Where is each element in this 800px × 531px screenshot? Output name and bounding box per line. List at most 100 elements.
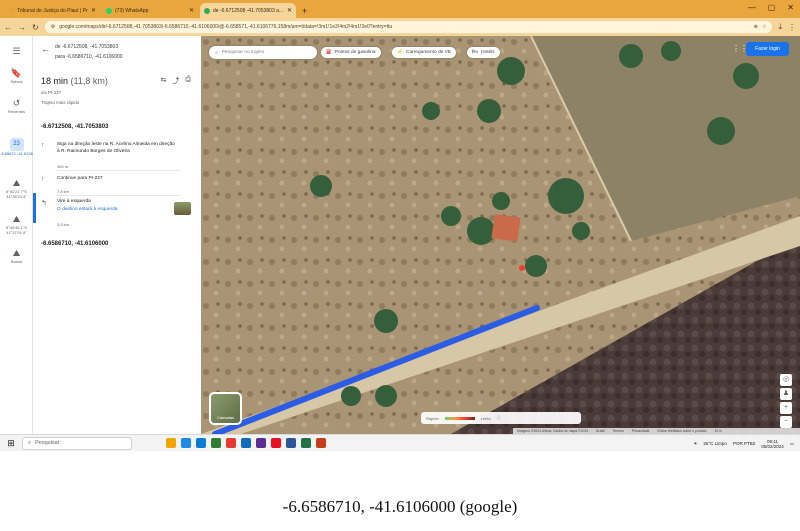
straight-arrow-icon: ↑ — [41, 176, 45, 183]
caption: -6.6586710, -41.6106000 (google) — [282, 497, 518, 516]
layers-button[interactable]: Camadas — [209, 392, 242, 425]
taskbar-app-icon[interactable] — [211, 438, 221, 448]
sign-in-button[interactable]: Fazer login — [746, 42, 789, 56]
zoom-icon[interactable]: ⊕ — [754, 24, 758, 30]
directions-panel: ← de -6.6712508, -41.7053803 para -6.658… — [33, 36, 201, 434]
chip-gas-stations[interactable]: ⛽ Postos de gasolina — [321, 47, 381, 58]
windows-taskbar: ⊞ ⌕ Pesquisar ☀ 25°C Limpo POR PTB2 09:1… — [0, 434, 800, 451]
taskbar-app-icon[interactable] — [196, 438, 206, 448]
system-tray: ☀ 25°C Limpo POR PTB2 09:11 05/02/2024 ▭ — [693, 436, 794, 451]
taskbar-app-icon[interactable] — [166, 438, 176, 448]
rail-item-place-1[interactable]: ⛰ 6°40'21.7"S 41°35'23.4" — [0, 178, 33, 199]
weather-icon[interactable]: ☀ — [693, 441, 697, 447]
rail-item-place-2[interactable]: ⛰ 6°40'40.1"S 41°37'01.9" — [0, 214, 33, 235]
satellite-map[interactable]: ⌕ Pesquisar no trajeto ⛽ Postos de gasoli… — [201, 36, 800, 434]
chip-ev-charging[interactable]: ⚡ Carregamento de VE — [392, 47, 457, 58]
clock[interactable]: 09:11 05/02/2024 — [761, 439, 784, 449]
route-via: via PI-227 — [41, 90, 62, 95]
start-coordinate: -6.6712508, -41.7053803 — [41, 124, 109, 130]
taskbar-app-icon[interactable] — [256, 438, 266, 448]
zoom-out-button[interactable]: − — [780, 416, 792, 428]
taskbar-app-icon[interactable] — [286, 438, 296, 448]
close-window-button[interactable]: ✕ — [787, 3, 794, 12]
screenshot: Tribunal de Justiça do Piauí | Pr... ✕ (… — [0, 0, 800, 451]
rail-item-current-route[interactable]: 23 -6.65871 -41.6106 — [0, 138, 33, 156]
route-note: Trajeto mais rápido — [41, 100, 80, 105]
browser-menu-icon[interactable]: ⋮ — [788, 23, 796, 32]
windows-start-icon[interactable]: ⊞ — [4, 438, 18, 449]
menu-icon[interactable]: ☰ — [0, 46, 33, 57]
rail-item-recent[interactable]: ↺ Recentes — [0, 98, 33, 114]
bookmark-star-icon[interactable]: ☆ — [762, 24, 766, 30]
tab-whatsapp[interactable]: (73) WhatsApp ✕ — [102, 3, 198, 18]
minimize-button[interactable]: — — [748, 3, 756, 12]
rail-item-download[interactable]: ⛰ Baixar — [0, 248, 33, 264]
browser-toolbar: ← → ↻ ⚙ google.com/maps/dir/-6.6712508,-… — [0, 18, 800, 36]
info-icon[interactable]: ⓘ — [497, 415, 501, 421]
tribunal-favicon-icon — [8, 7, 14, 14]
taskbar-app-icon[interactable] — [181, 438, 191, 448]
maximize-button[interactable]: ▢ — [768, 3, 776, 12]
place-icon: ⛰ — [12, 178, 21, 188]
pegman-icon[interactable]: ♟ — [780, 388, 792, 400]
gas-station-icon: ⛽ — [326, 50, 332, 55]
scale-label: 10 m — [714, 429, 723, 433]
taskbar-search[interactable]: ⌕ Pesquisar — [22, 436, 132, 450]
site-info-icon[interactable]: ⚙ — [51, 24, 55, 30]
zoom-in-button[interactable]: + — [780, 402, 792, 414]
divider — [57, 170, 181, 171]
route-icon: 23 — [9, 138, 24, 151]
tab-tribunal[interactable]: Tribunal de Justiça do Piauí | Pr... ✕ — [4, 3, 100, 18]
notification-icon[interactable]: ▭ — [790, 441, 794, 447]
send-to-phone-icon[interactable]: ⇆ — [161, 76, 167, 86]
hotel-icon: 🛏 — [472, 50, 479, 55]
traffic-legend: Rápido Lento ⓘ — [421, 412, 581, 424]
tab-google-maps[interactable]: de -6.6712508 -41.7053803 a... ✕ — [200, 3, 296, 18]
rail-item-saved[interactable]: 🔖 Salvos — [0, 68, 33, 84]
forward-button[interactable]: → — [18, 23, 26, 32]
origin-field[interactable]: de -6.6712508, -41.7053803 — [55, 44, 118, 50]
maps-pin-icon — [204, 7, 210, 14]
bookmark-icon: 🔖 — [10, 68, 23, 78]
new-tab-button[interactable]: + — [302, 6, 307, 16]
taskbar-app-icon[interactable] — [241, 438, 251, 448]
taskbar-app-icon[interactable] — [271, 438, 281, 448]
close-icon[interactable]: ✕ — [287, 7, 292, 14]
route-summary: 18 min (11,8 km) — [41, 76, 108, 86]
whatsapp-icon — [106, 7, 112, 14]
taskbar-app-icon[interactable] — [301, 438, 311, 448]
close-icon[interactable]: ✕ — [91, 7, 96, 14]
divider — [57, 195, 181, 196]
my-location-icon[interactable]: ◎ — [780, 374, 792, 386]
address-bar[interactable]: ⚙ google.com/maps/dir/-6.6712508,-41.705… — [44, 21, 773, 33]
direction-step[interactable]: ↑ Continue para PI-227 7,8 km — [41, 176, 196, 196]
straight-arrow-icon: ↑ — [41, 142, 45, 149]
share-icon[interactable]: ⤴ — [172, 76, 179, 86]
search-icon: ⌕ — [215, 50, 218, 56]
direction-step[interactable]: ↑ Siga na direção leste na R. Acelino Al… — [41, 142, 196, 171]
turn-left-icon: ↰ — [41, 200, 47, 207]
taskbar-apps — [166, 438, 326, 448]
destination-field[interactable]: para -6.6586710, -41.6106000 — [55, 54, 123, 60]
reload-button[interactable]: ↻ — [32, 23, 39, 32]
taskbar-app-icon[interactable] — [226, 438, 236, 448]
traffic-gradient — [444, 416, 475, 420]
back-arrow-icon[interactable]: ← — [41, 44, 50, 54]
download-icon[interactable]: ⤓ — [778, 22, 782, 32]
chip-hotels[interactable]: 🛏 Hotéis — [467, 47, 500, 58]
taskbar-app-icon[interactable] — [316, 438, 326, 448]
maps-left-rail: ☰ 🔖 Salvos ↺ Recentes 23 -6.65871 -41.6106 … — [0, 36, 33, 434]
house-roof — [491, 214, 521, 242]
destination-pin — [519, 265, 525, 271]
close-icon[interactable]: ✕ — [189, 7, 194, 14]
back-button[interactable]: ← — [4, 23, 12, 32]
satellite-imagery — [201, 36, 800, 434]
history-icon: ↺ — [12, 98, 21, 108]
url-text: google.com/maps/dir/-6.6712508,-41.70538… — [59, 24, 393, 30]
keyboard-language[interactable]: POR PTB2 — [733, 441, 755, 446]
print-icon[interactable]: ⎙ — [185, 76, 191, 86]
weather-text: 25°C Limpo — [703, 441, 727, 446]
route-search-input[interactable]: ⌕ Pesquisar no trajeto — [209, 46, 317, 59]
direction-step-selected[interactable]: ↰ Vire à esquerda O destino estará à esq… — [41, 199, 196, 229]
street-view-thumbnail[interactable] — [174, 202, 191, 215]
